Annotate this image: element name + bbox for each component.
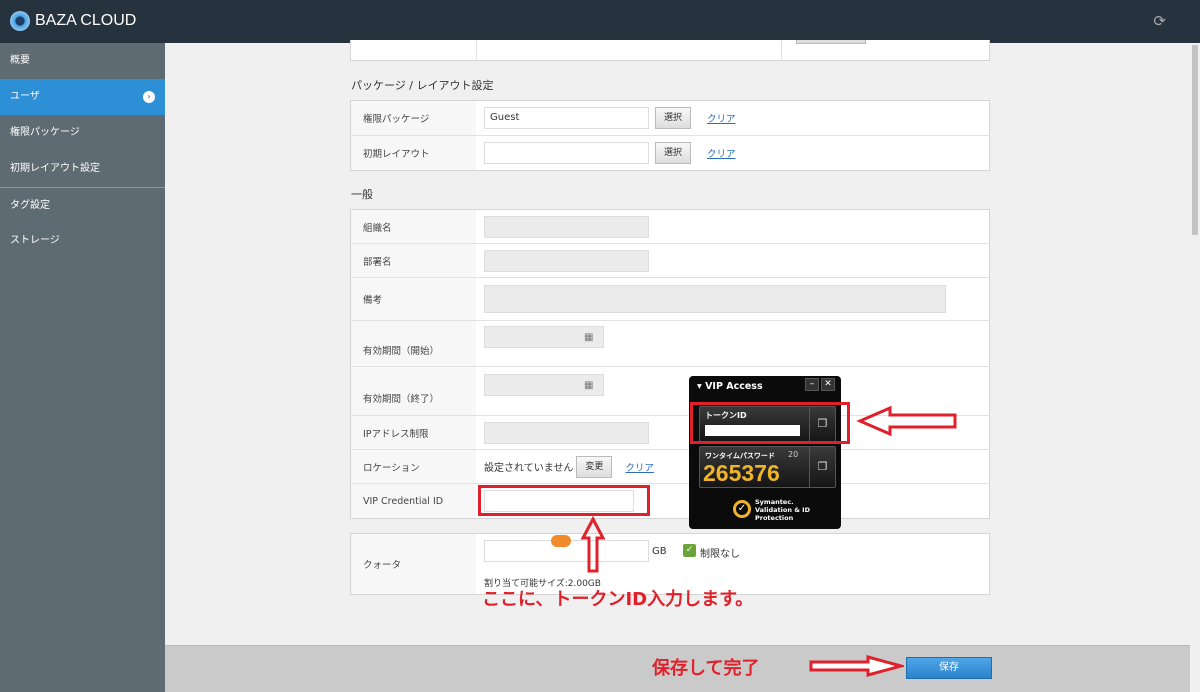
sidebar-item-label: 権限パッケージ bbox=[10, 127, 80, 138]
field-label: 備考 bbox=[351, 278, 476, 320]
sidebar: 概要 ユーザ › 権限パッケージ 初期レイアウト設定 タグ設定 ストレージ bbox=[0, 43, 165, 692]
field-label: 初期レイアウト bbox=[351, 136, 476, 170]
highlight-box-vip-input bbox=[478, 485, 650, 516]
section-heading-package: パッケージ / レイアウト設定 bbox=[351, 79, 494, 92]
note-textarea[interactable] bbox=[484, 285, 946, 313]
sidebar-item-label: 概要 bbox=[10, 55, 30, 66]
arrow-right-icon bbox=[809, 655, 904, 677]
package-panel: 権限パッケージ Guest 選択 クリア 初期レイアウト 選択 クリア bbox=[350, 100, 990, 171]
symantec-brand: Symantec. Validation & ID Protection bbox=[755, 498, 810, 522]
field-label: 有効期間（開始） bbox=[351, 321, 476, 366]
scrollbar[interactable] bbox=[1190, 43, 1200, 692]
sidebar-item-overview[interactable]: 概要 bbox=[0, 43, 165, 79]
app-title: BAZA CLOUD bbox=[35, 12, 137, 29]
sidebar-item-initial-layout[interactable]: 初期レイアウト設定 bbox=[0, 151, 165, 187]
sidebar-item-tags[interactable]: タグ設定 bbox=[0, 187, 165, 223]
change-button[interactable]: 変更 bbox=[576, 455, 613, 478]
annotation-save-hint: 保存して完了 bbox=[652, 658, 760, 679]
field-label: クォータ bbox=[351, 534, 476, 594]
refresh-icon[interactable]: ⟳ bbox=[1153, 12, 1166, 30]
sidebar-item-users[interactable]: ユーザ › bbox=[0, 79, 165, 115]
copy-icon[interactable]: ❐ bbox=[809, 447, 835, 487]
sidebar-item-label: ストレージ bbox=[10, 235, 60, 246]
clear-link[interactable]: クリア bbox=[707, 111, 736, 125]
permission-package-input[interactable]: Guest bbox=[484, 107, 649, 129]
initial-layout-input[interactable] bbox=[484, 142, 649, 164]
field-label: IPアドレス制限 bbox=[351, 416, 476, 449]
close-icon[interactable]: ✕ bbox=[821, 378, 835, 391]
save-button[interactable]: 保存 bbox=[906, 657, 992, 679]
app-header: BAZA CLOUD ⟳ bbox=[0, 0, 1200, 43]
sidebar-item-permission-packages[interactable]: 権限パッケージ bbox=[0, 115, 165, 151]
previous-panel bbox=[350, 40, 990, 61]
vip-title: ▾ VIP Access bbox=[697, 381, 763, 392]
quota-unit: GB bbox=[652, 546, 667, 557]
unlimited-label: 制限なし bbox=[700, 549, 740, 560]
ip-restriction-input[interactable] bbox=[484, 421, 649, 444]
field-label: 部署名 bbox=[351, 244, 476, 277]
symantec-check-icon: ✓ bbox=[733, 500, 751, 518]
form-row: 権限パッケージ Guest 選択 クリア bbox=[351, 101, 989, 136]
annotation-token-hint: ここに、トークンID入力します。 bbox=[482, 589, 754, 610]
unlimited-checkbox[interactable]: ✓ bbox=[683, 544, 696, 557]
otp-value: 265376 bbox=[703, 460, 780, 486]
sidebar-item-label: ユーザ bbox=[10, 91, 40, 102]
section-heading-general: 一般 bbox=[351, 188, 373, 201]
field-label: 組織名 bbox=[351, 210, 476, 243]
field-label: VIP Credential ID bbox=[351, 484, 476, 518]
field-label: 有効期間（終了） bbox=[351, 367, 476, 415]
field-label: ロケーション bbox=[351, 450, 476, 483]
form-row: 初期レイアウト 選択 クリア bbox=[351, 136, 989, 170]
minimize-icon[interactable]: – bbox=[805, 378, 819, 391]
arrow-up-icon bbox=[580, 516, 606, 573]
select-button[interactable]: 選択 bbox=[655, 142, 692, 164]
arrow-left-icon bbox=[856, 405, 957, 437]
organization-input[interactable] bbox=[484, 215, 649, 238]
baza-logo-icon bbox=[10, 11, 30, 31]
highlight-box-token-id bbox=[690, 402, 850, 444]
vip-access-window: ▾ VIP Access – ✕ トークンID ❐ ワンタイムパスワード 20 … bbox=[689, 376, 841, 529]
otp-countdown: 20 bbox=[788, 450, 799, 459]
location-value: 設定されていません bbox=[484, 463, 574, 474]
chevron-right-icon: › bbox=[143, 91, 155, 103]
department-input[interactable] bbox=[484, 249, 649, 272]
calendar-icon[interactable]: ▦ bbox=[584, 380, 593, 391]
otp-card: ワンタイムパスワード 20 265376 ❐ bbox=[699, 446, 836, 488]
orange-mark bbox=[551, 535, 571, 547]
calendar-icon[interactable]: ▦ bbox=[584, 332, 593, 343]
general-panel: 組織名 部署名 備考 有効期間（開始） ▦ 有効期間（終了） ▦ IPアドレス制限 … bbox=[350, 209, 990, 519]
select-button[interactable]: 選択 bbox=[655, 107, 692, 129]
sidebar-item-label: タグ設定 bbox=[10, 200, 50, 211]
sidebar-item-storage[interactable]: ストレージ bbox=[0, 223, 165, 259]
clear-link[interactable]: クリア bbox=[625, 460, 654, 474]
sidebar-item-label: 初期レイアウト設定 bbox=[10, 163, 100, 174]
field-label: 権限パッケージ bbox=[351, 101, 476, 135]
clear-link[interactable]: クリア bbox=[707, 146, 736, 160]
